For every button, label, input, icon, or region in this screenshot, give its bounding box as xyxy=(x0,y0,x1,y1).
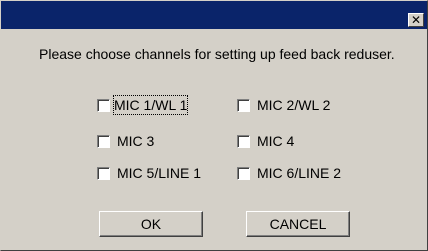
checkbox-label-mic1-wl1[interactable]: MIC 1/WL 1 xyxy=(112,95,189,115)
checkbox-mic5-line1[interactable] xyxy=(97,167,110,180)
ok-button[interactable]: OK xyxy=(99,211,203,237)
feedback-reducer-dialog: ✕ Please choose channels for setting up … xyxy=(0,0,428,251)
dialog-prompt: Please choose channels for setting up fe… xyxy=(39,46,395,62)
checkbox-label-mic2-wl2[interactable]: MIC 2/WL 2 xyxy=(257,96,330,114)
checkbox-mic6-line2[interactable] xyxy=(237,167,250,180)
checkbox-label-mic3[interactable]: MIC 3 xyxy=(117,132,154,150)
checkbox-mic2-wl2[interactable] xyxy=(237,99,250,112)
checkbox-label-mic6-line2[interactable]: MIC 6/LINE 2 xyxy=(257,164,341,182)
checkbox-mic3[interactable] xyxy=(97,135,110,148)
close-button[interactable]: ✕ xyxy=(408,13,424,27)
dialog-titlebar[interactable]: ✕ xyxy=(1,1,427,29)
close-icon: ✕ xyxy=(410,13,422,27)
checkbox-label-mic4[interactable]: MIC 4 xyxy=(257,132,294,150)
checkbox-mic4[interactable] xyxy=(237,135,250,148)
checkbox-label-mic5-line1[interactable]: MIC 5/LINE 1 xyxy=(117,164,201,182)
checkbox-mic1-wl1[interactable] xyxy=(97,99,110,112)
cancel-button[interactable]: CANCEL xyxy=(246,211,350,237)
